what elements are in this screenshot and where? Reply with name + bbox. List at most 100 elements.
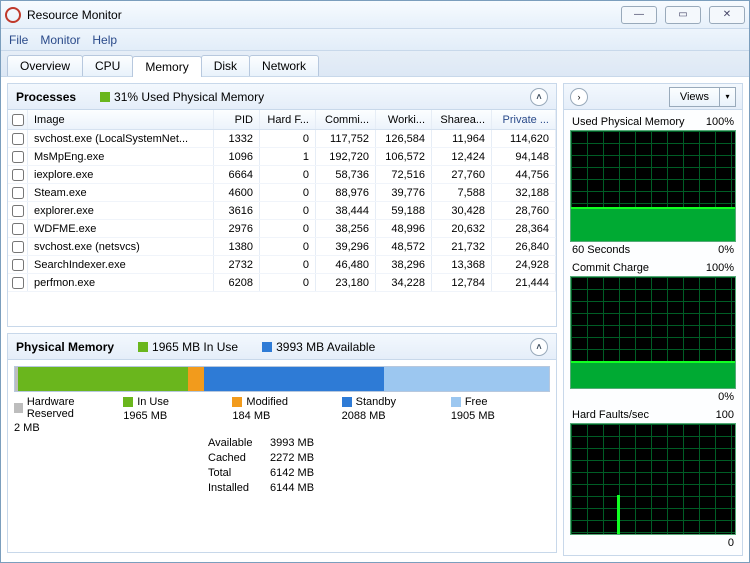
usage-text: 31% Used Physical Memory — [114, 90, 264, 104]
cell-working: 39,776 — [376, 184, 432, 201]
avail-text: 3993 MB Available — [276, 340, 375, 354]
cell-pid: 1380 — [214, 238, 260, 255]
avail-icon — [262, 342, 272, 352]
graph-foot-right: 0 — [728, 537, 734, 549]
views-dropdown-button[interactable]: ▾ — [720, 87, 736, 107]
table-row[interactable]: explorer.exe3616038,44459,18830,42828,76… — [8, 202, 556, 220]
physmem-collapse-button[interactable]: ˄ — [530, 338, 548, 356]
row-checkbox[interactable] — [12, 259, 24, 271]
membar-segment — [384, 367, 549, 391]
col-commit[interactable]: Commi... — [316, 110, 376, 129]
table-row[interactable]: perfmon.exe6208023,18034,22812,78421,444 — [8, 274, 556, 292]
cell-pid: 1096 — [214, 148, 260, 165]
select-all-checkbox[interactable] — [12, 114, 24, 126]
table-row[interactable]: WDFME.exe2976038,25648,99620,63228,364 — [8, 220, 556, 238]
row-checkbox[interactable] — [12, 205, 24, 217]
stat-value: 6142 MB — [270, 466, 314, 481]
row-checkbox[interactable] — [12, 133, 24, 145]
legend-name: Free — [465, 396, 488, 408]
legend-name: Standby — [356, 396, 396, 408]
tab-memory[interactable]: Memory — [132, 56, 201, 77]
cell-private: 32,188 — [492, 184, 556, 201]
graph-max: 100% — [706, 262, 734, 274]
stat-row: Installed6144 MB — [208, 481, 556, 496]
cell-private: 26,840 — [492, 238, 556, 255]
tabstrip: Overview CPU Memory Disk Network — [1, 51, 749, 77]
legend-item: In Use1965 MB — [123, 396, 222, 434]
cell-hardfaults: 0 — [260, 184, 316, 201]
table-row[interactable]: SearchIndexer.exe2732046,48038,29613,368… — [8, 256, 556, 274]
graph-max: 100 — [716, 409, 734, 421]
cell-hardfaults: 0 — [260, 166, 316, 183]
cell-working: 38,296 — [376, 256, 432, 273]
processes-collapse-button[interactable]: ˄ — [530, 88, 548, 106]
minimize-button[interactable]: — — [621, 6, 657, 24]
cell-shareable: 21,732 — [432, 238, 492, 255]
cell-hardfaults: 0 — [260, 238, 316, 255]
cell-image: iexplore.exe — [28, 166, 214, 183]
graph-foot-right: 0% — [718, 391, 734, 403]
tab-overview[interactable]: Overview — [7, 55, 83, 76]
legend-value: 1905 MB — [451, 410, 495, 422]
cell-private: 44,756 — [492, 166, 556, 183]
cell-shareable: 20,632 — [432, 220, 492, 237]
row-checkbox[interactable] — [12, 223, 24, 235]
cell-image: SearchIndexer.exe — [28, 256, 214, 273]
tab-network[interactable]: Network — [249, 55, 319, 76]
stat-row: Cached2272 MB — [208, 451, 556, 466]
row-checkbox[interactable] — [12, 277, 24, 289]
row-checkbox[interactable] — [12, 187, 24, 199]
col-shareable[interactable]: Sharea... — [432, 110, 492, 129]
row-checkbox[interactable] — [12, 151, 24, 163]
cell-pid: 6664 — [214, 166, 260, 183]
menu-monitor[interactable]: Monitor — [40, 33, 80, 47]
col-working[interactable]: Worki... — [376, 110, 432, 129]
table-row[interactable]: svchost.exe (netsvcs)1380039,29648,57221… — [8, 238, 556, 256]
cell-commit: 23,180 — [316, 274, 376, 291]
legend-swatch — [451, 397, 461, 407]
col-image[interactable]: Image — [28, 110, 214, 129]
col-hardfaults[interactable]: Hard F... — [260, 110, 316, 129]
legend-name: In Use — [137, 396, 169, 408]
table-row[interactable]: iexplore.exe6664058,73672,51627,76044,75… — [8, 166, 556, 184]
app-icon — [5, 7, 21, 23]
cell-working: 59,188 — [376, 202, 432, 219]
stat-key: Cached — [208, 451, 270, 466]
cell-private: 28,364 — [492, 220, 556, 237]
legend-swatch — [342, 397, 352, 407]
table-row[interactable]: Steam.exe4600088,97639,7767,58832,188 — [8, 184, 556, 202]
col-private[interactable]: Private ... — [492, 110, 556, 129]
row-checkbox[interactable] — [12, 169, 24, 181]
row-checkbox[interactable] — [12, 241, 24, 253]
membar-segment — [204, 367, 385, 391]
graph-title: Commit Charge — [572, 262, 649, 274]
views-button[interactable]: Views — [669, 87, 720, 107]
cell-working: 48,572 — [376, 238, 432, 255]
cell-commit: 192,720 — [316, 148, 376, 165]
col-pid[interactable]: PID — [214, 110, 260, 129]
inuse-text: 1965 MB In Use — [152, 340, 238, 354]
maximize-button[interactable]: ▭ — [665, 6, 701, 24]
cell-image: explorer.exe — [28, 202, 214, 219]
stat-value: 3993 MB — [270, 436, 314, 451]
cell-image: WDFME.exe — [28, 220, 214, 237]
physmem-title: Physical Memory — [16, 340, 114, 354]
tab-cpu[interactable]: CPU — [82, 55, 133, 76]
graph-block: Used Physical Memory100%60 Seconds0% — [570, 116, 736, 256]
tab-disk[interactable]: Disk — [201, 55, 250, 76]
menu-help[interactable]: Help — [92, 33, 117, 47]
cell-shareable: 30,428 — [432, 202, 492, 219]
cell-hardfaults: 0 — [260, 274, 316, 291]
graphs-expand-button[interactable]: › — [570, 88, 588, 106]
table-row[interactable]: MsMpEng.exe10961192,720106,57212,42494,1… — [8, 148, 556, 166]
table-row[interactable]: svchost.exe (LocalSystemNet...13320117,7… — [8, 130, 556, 148]
stat-key: Installed — [208, 481, 270, 496]
menu-file[interactable]: File — [9, 33, 28, 47]
membar-segment — [18, 367, 188, 391]
cell-pid: 2976 — [214, 220, 260, 237]
legend-swatch — [232, 397, 242, 407]
window-controls: — ▭ ✕ — [621, 6, 745, 24]
cell-image: svchost.exe (netsvcs) — [28, 238, 214, 255]
cell-commit: 88,976 — [316, 184, 376, 201]
close-button[interactable]: ✕ — [709, 6, 745, 24]
